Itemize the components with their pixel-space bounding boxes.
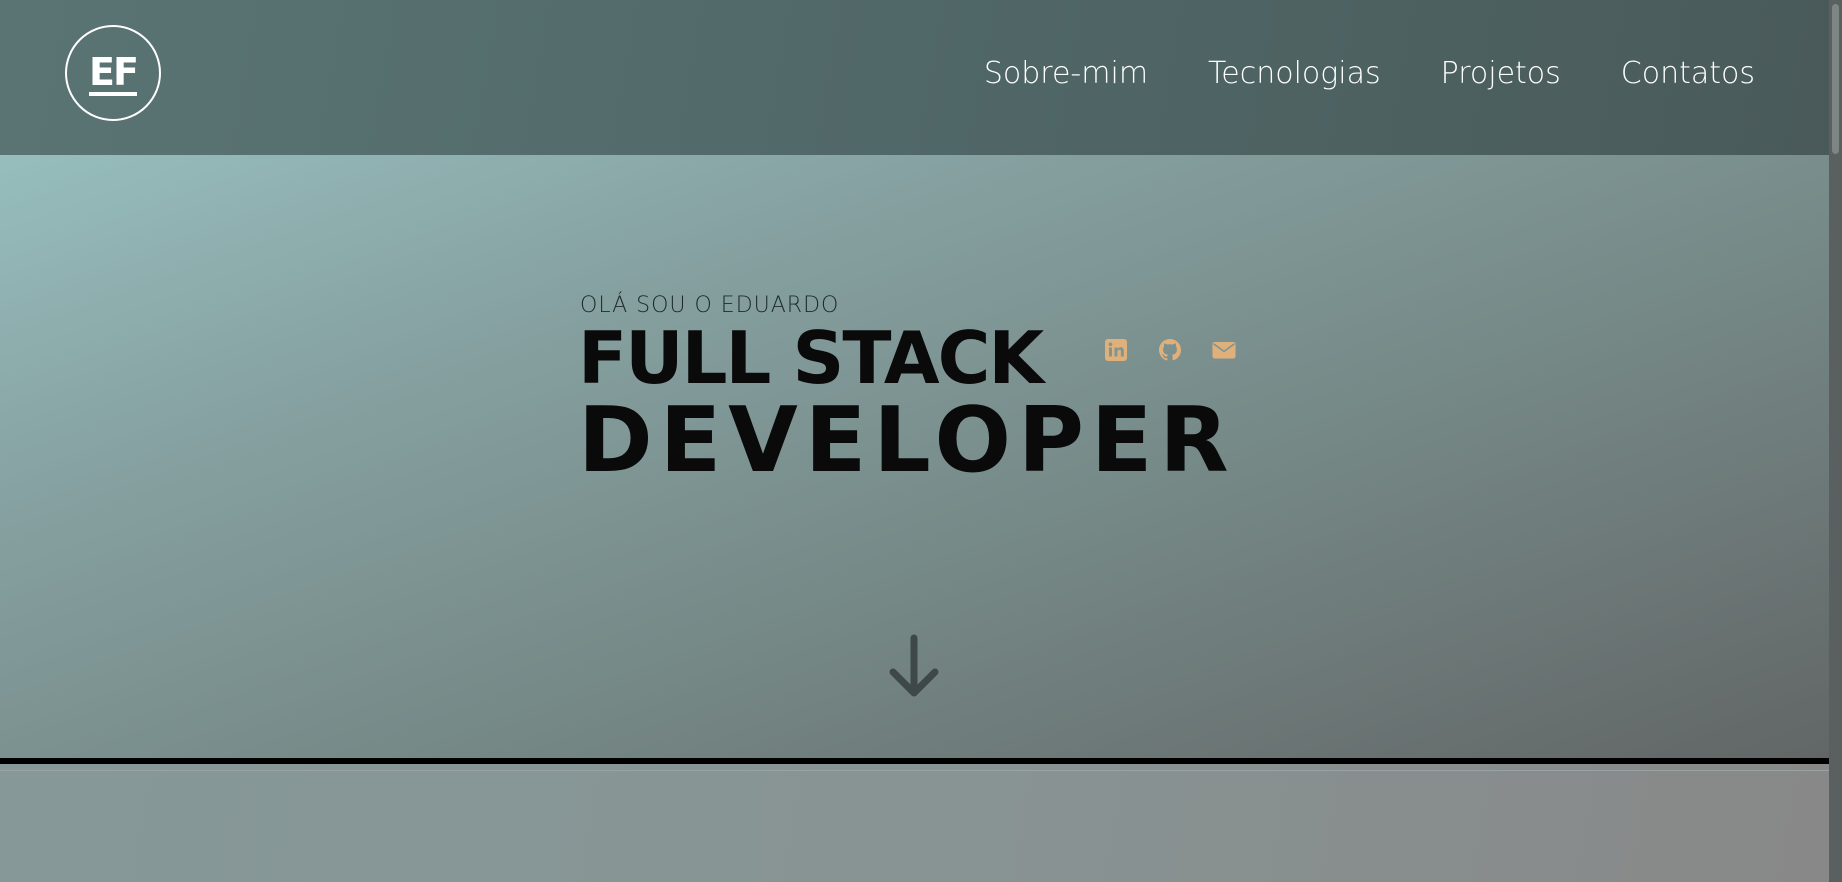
hero-headline-line2: DEVELOPER: [578, 388, 1236, 493]
nav-item-projetos[interactable]: Projetos: [1441, 52, 1561, 96]
linkedin-icon: [1105, 339, 1127, 361]
hero-headline-line1: FULL STACK: [578, 316, 1044, 400]
logo-text: EF: [89, 49, 139, 96]
email-link[interactable]: [1212, 338, 1236, 362]
nav-item-contatos[interactable]: Contatos: [1621, 52, 1755, 96]
social-links: [1104, 338, 1236, 362]
nav-item-tecnologias[interactable]: Tecnologias: [1208, 52, 1381, 96]
scrollbar-thumb[interactable]: [1832, 4, 1839, 154]
scrollbar[interactable]: [1829, 0, 1842, 882]
envelope-icon: [1212, 342, 1236, 359]
page: EF Sobre-mim Tecnologias Projetos Contat…: [0, 0, 1829, 882]
logo[interactable]: EF: [65, 25, 161, 121]
hero-greeting: OLÁ SOU O EDUARDO: [580, 293, 840, 318]
nav-item-sobre-mim[interactable]: Sobre-mim: [984, 52, 1148, 96]
github-link[interactable]: [1158, 338, 1182, 362]
next-section: [0, 764, 1829, 882]
hero-section: OLÁ SOU O EDUARDO FULL STACK DEVELOPER: [0, 155, 1829, 758]
linkedin-link[interactable]: [1104, 338, 1128, 362]
site-header: EF Sobre-mim Tecnologias Projetos Contat…: [0, 0, 1829, 155]
main-nav: Sobre-mim Tecnologias Projetos Contatos: [984, 52, 1755, 96]
github-icon: [1159, 339, 1181, 361]
arrow-down-icon: [889, 634, 939, 697]
lower-divider-line: [0, 770, 1829, 771]
